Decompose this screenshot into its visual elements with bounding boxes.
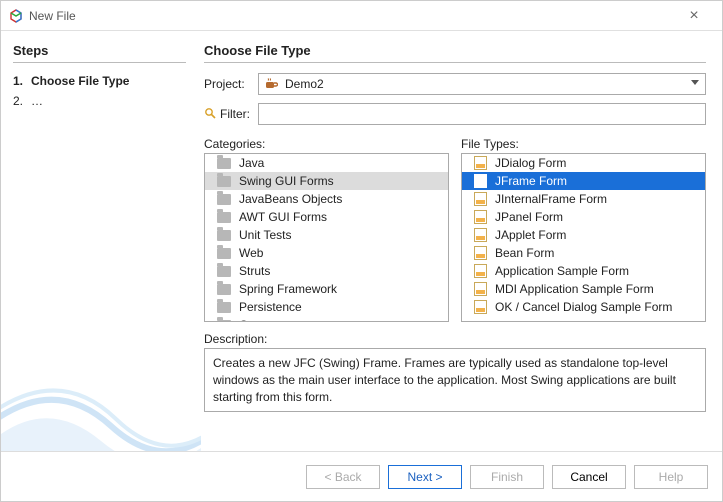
steps-panel: Steps 1.Choose File Type 2.… (1, 31, 196, 451)
filetype-item[interactable]: JPanel Form (462, 208, 705, 226)
filetype-item[interactable]: JApplet Form (462, 226, 705, 244)
filetype-item[interactable]: Bean Form (462, 244, 705, 262)
category-item[interactable]: Persistence (205, 298, 448, 316)
form-file-icon (474, 264, 487, 278)
filetype-item[interactable]: MDI Application Sample Form (462, 280, 705, 298)
filetype-item-label: JApplet Form (495, 228, 566, 242)
category-item-label: JavaBeans Objects (239, 192, 342, 206)
folder-icon (217, 266, 231, 277)
filter-label: Filter: (204, 107, 258, 122)
button-row: < Back Next > Finish Cancel Help (1, 451, 722, 501)
chevron-down-icon (691, 80, 699, 85)
form-file-icon (474, 156, 487, 170)
next-button[interactable]: Next > (388, 465, 462, 489)
folder-icon (217, 302, 231, 313)
project-select[interactable]: Demo2 (258, 73, 706, 95)
folder-icon (217, 212, 231, 223)
category-item-label: Unit Tests (239, 228, 291, 242)
filetype-item-label: Bean Form (495, 246, 554, 260)
folder-icon (217, 230, 231, 241)
project-value: Demo2 (285, 77, 324, 91)
folder-icon (217, 248, 231, 259)
filetypes-list[interactable]: JDialog Form JFrame Form JInternalFrame Fo… (461, 153, 706, 322)
filter-row: Filter: (204, 103, 706, 125)
help-button: Help (634, 465, 708, 489)
category-item[interactable]: Groovy (205, 316, 448, 322)
back-button: < Back (306, 465, 380, 489)
filetype-item[interactable]: OK / Cancel Dialog Sample Form (462, 298, 705, 316)
filetype-item-label: JDialog Form (495, 156, 566, 170)
filetype-item-label: JInternalFrame Form (495, 192, 607, 206)
filter-input[interactable] (258, 103, 706, 125)
filetype-item[interactable]: Application Sample Form (462, 262, 705, 280)
step-item: 2.… (13, 91, 186, 111)
categories-label: Categories: (204, 137, 449, 151)
category-item[interactable]: Struts (205, 262, 448, 280)
app-icon (9, 9, 23, 23)
close-icon[interactable]: × (674, 7, 714, 25)
step-item: 1.Choose File Type (13, 71, 186, 91)
folder-icon (217, 320, 231, 323)
project-label: Project: (204, 77, 258, 91)
form-file-icon (474, 174, 487, 188)
form-file-icon (474, 210, 487, 224)
filetype-item-label: OK / Cancel Dialog Sample Form (495, 300, 672, 314)
filetype-item-label: JPanel Form (495, 210, 563, 224)
folder-icon (217, 176, 231, 187)
filetype-item-label: JFrame Form (495, 174, 567, 188)
filetype-item-label: Application Sample Form (495, 264, 629, 278)
category-item[interactable]: Swing GUI Forms (205, 172, 448, 190)
filetype-item-label: MDI Application Sample Form (495, 282, 654, 296)
category-item-label: Groovy (239, 318, 278, 322)
form-file-icon (474, 246, 487, 260)
category-item[interactable]: Java (205, 154, 448, 172)
description-box: Creates a new JFC (Swing) Frame. Frames … (204, 348, 706, 412)
project-row: Project: Demo2 (204, 73, 706, 95)
title-bar: New File × (1, 1, 722, 31)
category-item-label: Spring Framework (239, 282, 337, 296)
description-label: Description: (204, 332, 706, 346)
category-item[interactable]: AWT GUI Forms (205, 208, 448, 226)
cancel-button[interactable]: Cancel (552, 465, 626, 489)
form-file-icon (474, 228, 487, 242)
steps-heading: Steps (13, 43, 186, 63)
category-item-label: Persistence (239, 300, 302, 314)
search-icon (204, 107, 216, 122)
category-item[interactable]: Unit Tests (205, 226, 448, 244)
folder-icon (217, 158, 231, 169)
filetype-item[interactable]: JInternalFrame Form (462, 190, 705, 208)
category-item-label: Struts (239, 264, 270, 278)
filetypes-label: File Types: (461, 137, 706, 151)
form-file-icon (474, 300, 487, 314)
category-item-label: Web (239, 246, 263, 260)
category-item[interactable]: Spring Framework (205, 280, 448, 298)
steps-list: 1.Choose File Type 2.… (13, 71, 186, 111)
form-file-icon (474, 282, 487, 296)
folder-icon (217, 194, 231, 205)
category-item[interactable]: Web (205, 244, 448, 262)
coffee-icon (263, 76, 279, 92)
main-heading: Choose File Type (204, 43, 706, 63)
folder-icon (217, 284, 231, 295)
category-item-label: Swing GUI Forms (239, 174, 334, 188)
category-item-label: AWT GUI Forms (239, 210, 327, 224)
form-file-icon (474, 192, 487, 206)
filetype-item[interactable]: JDialog Form (462, 154, 705, 172)
window-title: New File (29, 9, 76, 23)
categories-list[interactable]: Java Swing GUI Forms JavaBeans Objects AWT … (204, 153, 449, 322)
main-panel: Choose File Type Project: Demo2 (196, 31, 722, 451)
category-item[interactable]: JavaBeans Objects (205, 190, 448, 208)
filetype-item[interactable]: JFrame Form (462, 172, 705, 190)
finish-button: Finish (470, 465, 544, 489)
category-item-label: Java (239, 156, 264, 170)
